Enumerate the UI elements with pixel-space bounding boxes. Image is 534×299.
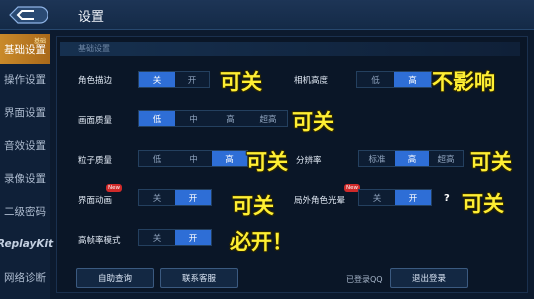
annotation-text: 可关 (462, 192, 504, 216)
resolution-label: 分辨率 (296, 156, 322, 166)
halo-label: 局外角色光晕 (294, 196, 346, 206)
resolution-ultra-option[interactable]: 超高 (429, 151, 463, 166)
camera-low-option[interactable]: 低 (357, 72, 394, 87)
outline-toggle[interactable]: 关 开 (138, 71, 210, 88)
annotation-text: 可关 (232, 194, 274, 218)
sidebar-item-sound[interactable]: 音效设置 (0, 130, 50, 160)
sidebar-item-controls[interactable]: 操作设置 (0, 64, 50, 94)
new-badge: New (106, 184, 122, 192)
section-title: 基础设置 (78, 44, 110, 53)
sidebar-item-basic[interactable]: 基础设置 基础 (0, 34, 50, 64)
particle-label: 粒子质量 (78, 156, 113, 166)
sidebar-item-label: 操作设置 (4, 73, 46, 86)
contact-support-button[interactable]: 联系客服 (160, 268, 238, 288)
sidebar-item-badge: 基础 (33, 38, 46, 45)
quality-mid-option[interactable]: 中 (175, 111, 212, 126)
quality-selector[interactable]: 低 中 高 超高 (138, 110, 288, 127)
outline-off-option[interactable]: 关 (139, 72, 175, 87)
sidebar-item-label: 二级密码 (4, 205, 46, 218)
annotation-text: 可关 (246, 150, 288, 174)
halo-on-option[interactable]: 开 (395, 190, 431, 205)
particle-mid-option[interactable]: 中 (175, 151, 212, 166)
login-status: 已登录QQ (346, 275, 383, 284)
outline-label: 角色描边 (78, 76, 113, 86)
outline-on-option[interactable]: 开 (175, 72, 209, 87)
camera-high-option[interactable]: 高 (394, 72, 431, 87)
high-fps-off-option[interactable]: 关 (139, 230, 175, 245)
resolution-high-option[interactable]: 高 (395, 151, 429, 166)
halo-toggle[interactable]: 关 开 (358, 189, 432, 206)
annotation-text: 必开！ (230, 230, 293, 254)
ui-anim-toggle[interactable]: 关 开 (138, 189, 212, 206)
back-arrow-icon (9, 6, 49, 24)
halo-off-option[interactable]: 关 (359, 190, 395, 205)
quality-low-option[interactable]: 低 (139, 111, 175, 126)
high-fps-toggle[interactable]: 关 开 (138, 229, 212, 246)
camera-toggle[interactable]: 低 高 (356, 71, 432, 88)
sidebar-item-network[interactable]: 网络诊断 (0, 262, 50, 292)
sidebar-item-label: 界面设置 (4, 106, 46, 119)
sidebar-item-replaykit[interactable]: ReplayKit (0, 229, 54, 259)
particle-high-option[interactable]: 高 (212, 151, 247, 166)
sidebar: 基础设置 基础 操作设置 界面设置 音效设置 录像设置 二级密码 ReplayK… (0, 30, 54, 299)
resolution-standard-option[interactable]: 标准 (359, 151, 395, 166)
help-query-button[interactable]: 自助查询 (76, 268, 154, 288)
quality-ultra-option[interactable]: 超高 (249, 111, 287, 126)
high-fps-on-option[interactable]: 开 (175, 230, 211, 245)
logout-button[interactable]: 退出登录 (390, 268, 468, 288)
sidebar-item-password[interactable]: 二级密码 (0, 196, 50, 226)
camera-label: 相机高度 (294, 76, 329, 86)
sidebar-item-label: 音效设置 (4, 139, 46, 152)
particle-low-option[interactable]: 低 (139, 151, 175, 166)
ui-anim-off-option[interactable]: 关 (139, 190, 175, 205)
back-button[interactable] (4, 3, 49, 27)
sidebar-item-interface[interactable]: 界面设置 (0, 97, 50, 127)
section-header (60, 42, 520, 56)
page-title: 设置 (78, 10, 105, 25)
high-fps-label: 高帧率模式 (78, 236, 121, 246)
sidebar-item-label: ReplayKit (0, 238, 54, 250)
annotation-text: 可关 (470, 150, 512, 174)
annotation-text: 不影响 (432, 70, 495, 94)
ui-anim-label: 界面动画 (78, 196, 113, 206)
sidebar-item-label: 录像设置 (4, 172, 46, 185)
help-icon[interactable]: ? (444, 193, 450, 204)
annotation-text: 可关 (220, 70, 262, 94)
top-bar: 设置 (0, 0, 534, 30)
resolution-selector[interactable]: 标准 高 超高 (358, 150, 464, 167)
quality-high-option[interactable]: 高 (212, 111, 249, 126)
sidebar-item-recording[interactable]: 录像设置 (0, 163, 50, 193)
particle-selector[interactable]: 低 中 高 (138, 150, 248, 167)
annotation-text: 可关 (292, 110, 334, 134)
ui-anim-on-option[interactable]: 开 (175, 190, 211, 205)
sidebar-item-label: 网络诊断 (4, 271, 46, 284)
quality-label: 画面质量 (78, 116, 113, 126)
